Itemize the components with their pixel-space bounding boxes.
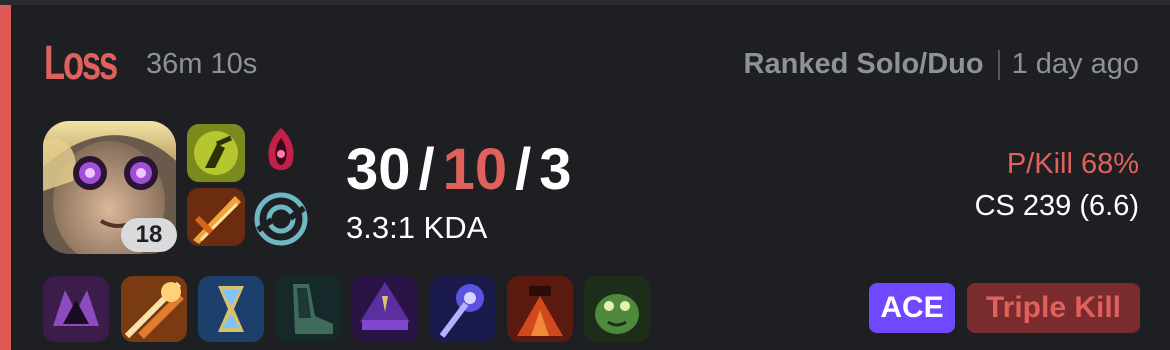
item-6-icon[interactable] [430, 276, 496, 342]
kda-slash: / [515, 137, 532, 202]
kda-ratio: 3.3:1 KDA [346, 210, 488, 245]
ace-badge: ACE [869, 283, 955, 333]
ward-item-icon[interactable] [584, 276, 650, 342]
deaths: 10 [442, 137, 508, 202]
creep-score: CS 239 (6.6) [974, 190, 1139, 222]
card-top-border [0, 0, 1170, 5]
kills: 30 [346, 137, 411, 202]
kda-slash: / [418, 137, 435, 202]
assists: 3 [539, 137, 572, 202]
loss-accent-bar [0, 5, 11, 350]
dark-harvest-rune-icon[interactable] [252, 124, 310, 182]
item-1-icon[interactable] [43, 276, 109, 342]
ignite-spell-icon[interactable] [187, 188, 245, 246]
item-2-icon[interactable] [121, 276, 187, 342]
match-meta: Ranked Solo/Duo 1 day ago [744, 48, 1139, 81]
queue-type: Ranked Solo/Duo [743, 48, 984, 80]
sorcery-tree-rune-icon[interactable] [252, 190, 310, 248]
kill-participation: P/Kill 68% [1006, 148, 1139, 180]
item-4-icon[interactable] [275, 276, 341, 342]
trinket-icon[interactable] [507, 276, 573, 342]
multikill-badge: Triple Kill [967, 283, 1140, 333]
champion-level-badge: 18 [121, 218, 177, 252]
time-ago: 1 day ago [1011, 48, 1139, 80]
ghost-spell-icon[interactable] [187, 124, 245, 182]
meta-divider [997, 49, 1000, 80]
match-result: Loss [44, 37, 118, 90]
item-5-icon[interactable] [352, 276, 418, 342]
match-duration: 36m 10s [146, 48, 258, 80]
kda-score: 30/10/3 [346, 136, 572, 203]
item-3-icon[interactable] [198, 276, 264, 342]
